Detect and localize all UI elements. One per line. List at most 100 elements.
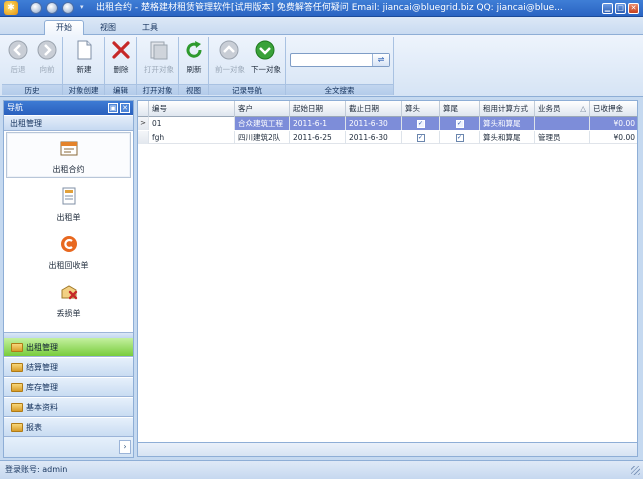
column-header-end-date[interactable]: 截止日期	[346, 101, 402, 117]
grid-header: 编号 客户 起始日期 截止日期 算头 算尾 租用计算方式 业务员 △ 已收押金	[138, 101, 637, 117]
ribbon-tabs: ▥▾ 开始 视图 工具 ⌃	[0, 17, 643, 49]
tab-tools[interactable]: 工具	[130, 20, 170, 35]
refresh-button[interactable]: 刷新	[180, 39, 208, 79]
cell-start-date[interactable]: 2011-6-1	[290, 117, 346, 130]
next-object-button[interactable]: 下一对象	[251, 39, 281, 79]
column-header-start-date[interactable]: 起始日期	[290, 101, 346, 117]
column-header-customer[interactable]: 客户	[235, 101, 290, 117]
nav-item-return-order[interactable]: 出租回收单	[6, 228, 131, 274]
cell-count-tail[interactable]: ✓	[440, 117, 480, 130]
folder-icon	[11, 363, 23, 372]
nav-bar-inventory[interactable]: 库存管理	[4, 378, 133, 397]
group-create: 新建 对象创建	[63, 37, 105, 95]
tab-start[interactable]: 开始	[44, 20, 84, 36]
cell-clerk[interactable]	[535, 117, 590, 130]
navigation-pane: 导航 ▣ ✕ 出租管理 出租合约 出租单 出租回收单 丢损单 出租管理 结算管理…	[3, 100, 134, 458]
cell-customer[interactable]: 四川建筑2队	[235, 131, 290, 144]
group-search: ⇌ 全文搜索	[286, 37, 394, 95]
nav-item-loss-order[interactable]: 丢损单	[6, 276, 131, 322]
cell-start-date[interactable]: 2011-6-25	[290, 131, 346, 144]
nav-header-title: 导航	[7, 103, 23, 112]
window-title: 出租合约 - 楚格建材租赁管理软件[试用版本] 免费解答任何疑问 Email: …	[96, 3, 563, 13]
nav-bar-rental[interactable]: 出租管理	[4, 338, 133, 357]
folder-icon	[11, 383, 23, 392]
close-button[interactable]: ✕	[628, 3, 639, 14]
ribbon: 后退 向前 历史 新建 对象创建 删除 编辑 打开对象 打开对象 刷新 视图 前…	[0, 35, 643, 97]
forward-arrow-icon	[37, 40, 57, 60]
column-header-clerk[interactable]: 业务员 △	[535, 101, 590, 117]
quick-access-refresh-icon[interactable]	[46, 2, 58, 14]
cell-calc-method[interactable]: 算头和算尾	[480, 117, 535, 130]
nav-bar-settlement[interactable]: 结算管理	[4, 358, 133, 377]
nav-section-title: 出租管理	[4, 116, 133, 131]
cell-id[interactable]: fgh	[149, 131, 235, 144]
folder-icon	[11, 423, 23, 432]
resize-grip-icon[interactable]	[631, 466, 640, 475]
cell-calc-method[interactable]: 算头和算尾	[480, 131, 535, 144]
column-header-count-head[interactable]: 算头	[402, 101, 440, 117]
cell-id[interactable]: 01	[149, 117, 235, 130]
column-header-count-tail[interactable]: 算尾	[440, 101, 480, 117]
cell-customer[interactable]: 合众建筑工程	[235, 117, 290, 130]
login-status: 登录账号: admin	[5, 465, 68, 474]
group-label-history: 历史	[2, 84, 62, 95]
cell-count-head[interactable]: ✓	[402, 131, 440, 144]
row-indicator	[138, 131, 149, 144]
group-view: 刷新 视图	[179, 37, 209, 95]
column-header-id[interactable]: 编号	[149, 101, 235, 117]
nav-item-rental-contract[interactable]: 出租合约	[6, 132, 131, 178]
forward-button[interactable]: 向前	[33, 39, 61, 79]
nav-footer: ›	[4, 437, 133, 457]
cell-end-date[interactable]: 2011-6-30	[346, 131, 402, 144]
nav-bar-reports[interactable]: 报表	[4, 418, 133, 437]
pin-icon[interactable]: ▣	[108, 103, 118, 113]
quick-access-forward-icon[interactable]	[62, 2, 74, 14]
quick-access-dropdown-icon[interactable]: ▾	[80, 3, 84, 11]
checkbox-tail[interactable]: ✓	[455, 119, 464, 128]
tab-view[interactable]: 视图	[88, 20, 128, 35]
cell-deposit[interactable]: ¥0.00	[590, 117, 637, 130]
group-record-nav: 前一对象 下一对象 记录导航	[209, 37, 286, 95]
nav-item-rental-order[interactable]: 出租单	[6, 180, 131, 226]
loss-icon	[61, 285, 77, 300]
cell-end-date[interactable]: 2011-6-30	[346, 117, 402, 130]
horizontal-scrollbar[interactable]	[137, 443, 638, 457]
group-label-create: 对象创建	[63, 84, 104, 95]
nav-bar-basic-data[interactable]: 基本资料	[4, 398, 133, 417]
up-arrow-icon	[219, 40, 239, 60]
search-go-icon[interactable]: ⇌	[372, 54, 389, 66]
cell-clerk[interactable]: 管理员	[535, 131, 590, 144]
table-row[interactable]: > 01 合众建筑工程 2011-6-1 2011-6-30 ✓ ✓ 算头和算尾…	[138, 117, 637, 130]
checkbox-head[interactable]: ✓	[416, 133, 425, 142]
gear-icon[interactable]: ✱	[4, 1, 18, 15]
open-object-button[interactable]: 打开对象	[144, 39, 174, 79]
new-button[interactable]: 新建	[70, 39, 98, 79]
column-header-deposit[interactable]: 已收押金	[590, 101, 637, 117]
status-bar: 登录账号: admin	[0, 460, 643, 479]
group-open: 打开对象 打开对象	[137, 37, 179, 95]
checkbox-tail[interactable]: ✓	[455, 133, 464, 142]
nav-items: 出租合约 出租单 出租回收单 丢损单	[4, 132, 133, 332]
group-label-open: 打开对象	[137, 84, 178, 95]
nav-close-icon[interactable]: ✕	[120, 103, 130, 113]
table-row[interactable]: fgh 四川建筑2队 2011-6-25 2011-6-30 ✓ ✓ 算头和算尾…	[138, 131, 637, 144]
open-object-icon	[150, 41, 168, 60]
refresh-icon	[186, 41, 202, 58]
cell-count-tail[interactable]: ✓	[440, 131, 480, 144]
maximize-button[interactable]: □	[615, 3, 626, 14]
minimize-button[interactable]: ▁	[602, 3, 613, 14]
quick-access-back-icon[interactable]	[30, 2, 42, 14]
more-chevron-icon[interactable]: ›	[119, 440, 131, 454]
delete-button[interactable]: 删除	[107, 39, 135, 79]
back-button[interactable]: 后退	[4, 39, 32, 79]
group-label-record-nav: 记录导航	[209, 84, 285, 95]
column-header-calc-method[interactable]: 租用计算方式	[480, 101, 535, 117]
header-indicator	[138, 101, 149, 117]
folder-icon	[11, 343, 23, 352]
cell-count-head[interactable]: ✓	[402, 117, 440, 130]
checkbox-head[interactable]: ✓	[416, 119, 425, 128]
prev-object-button[interactable]: 前一对象	[215, 39, 245, 79]
back-arrow-icon	[8, 40, 28, 60]
cell-deposit[interactable]: ¥0.00	[590, 131, 637, 144]
contract-grid: 编号 客户 起始日期 截止日期 算头 算尾 租用计算方式 业务员 △ 已收押金 …	[137, 100, 638, 443]
